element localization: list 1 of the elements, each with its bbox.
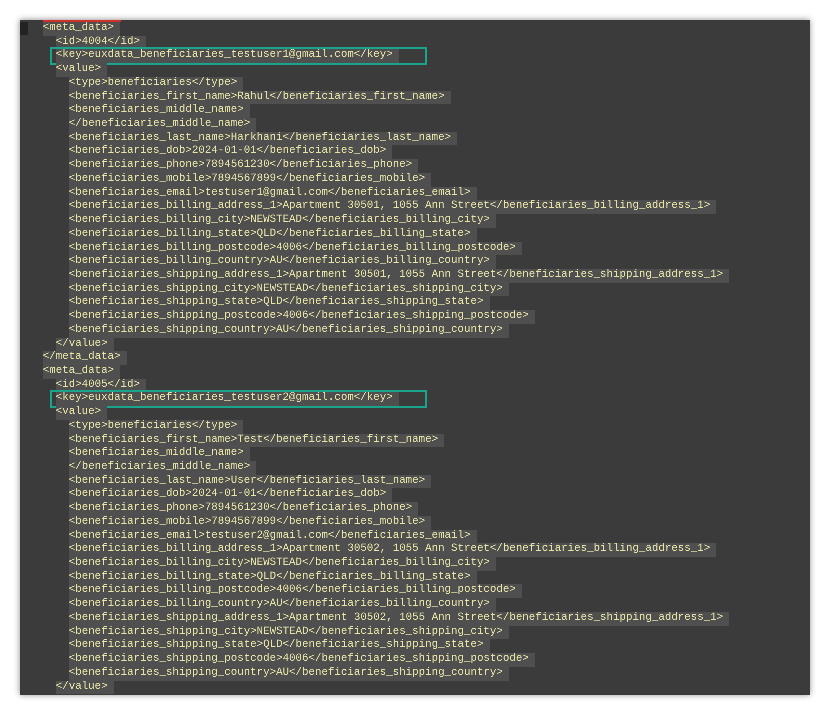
gutter-marker (20, 22, 28, 35)
